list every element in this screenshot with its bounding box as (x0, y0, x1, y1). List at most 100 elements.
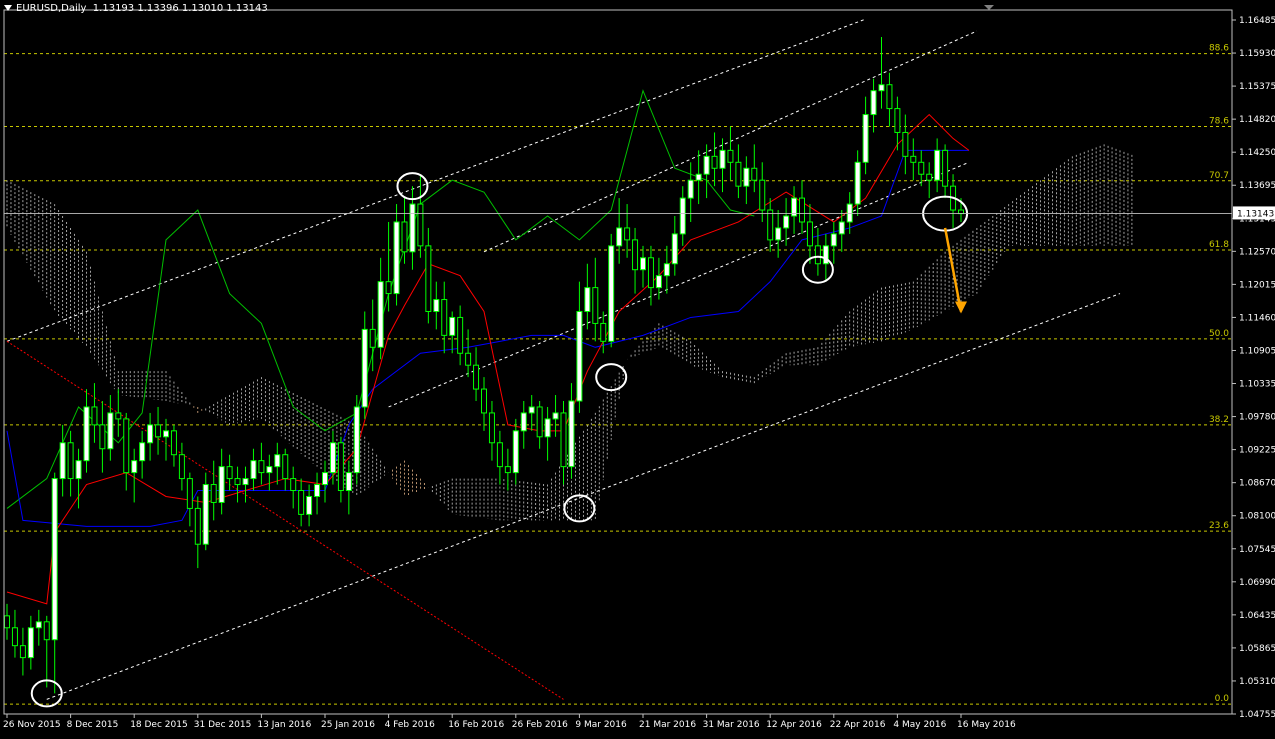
candle-body (115, 412, 122, 420)
candle-body (552, 412, 559, 420)
fib-label: 0.0 (1215, 694, 1230, 704)
candle-body (35, 621, 42, 629)
candle-body (655, 275, 662, 289)
dropdown-triangle-icon[interactable] (4, 5, 12, 11)
fib-label: 88.6 (1209, 44, 1229, 54)
candle-body (862, 114, 869, 163)
x-tick-label: 16 Feb 2016 (448, 720, 504, 730)
chart-frame (3, 9, 1233, 715)
candle-body (457, 316, 464, 354)
candle-body (687, 179, 694, 199)
fib-label: 23.6 (1209, 521, 1229, 531)
x-tick-label: 4 May 2016 (893, 720, 946, 730)
y-tick-label: 1.07545 (1239, 545, 1275, 555)
channel-lines (6, 18, 1121, 700)
x-tick-label: 12 Apr 2016 (766, 720, 822, 730)
candle-body (377, 281, 384, 348)
x-tick-label: 13 Jan 2016 (257, 720, 311, 730)
candle-body (99, 424, 106, 450)
candle-body (314, 484, 321, 497)
candle-body (449, 316, 456, 336)
candle-body (242, 478, 249, 486)
candle-body (353, 406, 360, 474)
candle-body (632, 239, 639, 271)
candle-body (560, 412, 567, 468)
fibonacci-levels: 88.6 78.6 70.7 61.8 50.0 38.2 23.6 0.0 (4, 44, 1232, 705)
candle-body (608, 245, 615, 342)
y-tick-label: 1.12015 (1239, 280, 1275, 290)
candle-body (4, 615, 10, 629)
y-tick-label: 1.10335 (1239, 380, 1275, 390)
candle-body (441, 299, 448, 336)
arrow-head-icon (955, 301, 967, 314)
candle-body (711, 155, 718, 169)
y-tick-label: 1.08100 (1239, 512, 1275, 522)
candle-body (123, 418, 130, 474)
candle-body (504, 466, 511, 474)
candle-body (274, 454, 281, 468)
y-tick-label: 1.12570 (1239, 247, 1275, 257)
candle-body (695, 173, 702, 181)
y-tick-label: 1.10905 (1239, 346, 1275, 356)
candle-body (814, 245, 821, 265)
candle-body (775, 227, 782, 241)
candle-body (910, 155, 917, 163)
candle-body (27, 627, 34, 659)
x-tick-label: 16 May 2016 (957, 720, 1016, 730)
candle-body (647, 257, 654, 289)
candle-body (663, 263, 670, 277)
candle-body (616, 227, 623, 247)
candle-body (393, 221, 400, 295)
candle-body (290, 478, 297, 492)
candle-body (178, 454, 185, 480)
x-tick-label: 9 Mar 2016 (575, 720, 627, 730)
y-tick-label: 1.14250 (1239, 148, 1275, 158)
candle-body (194, 507, 201, 545)
candle-body (258, 460, 265, 474)
candle-body (806, 221, 813, 247)
fib-label: 50.0 (1209, 329, 1229, 339)
candle-body (329, 442, 336, 474)
candle-body (43, 621, 50, 641)
candle-body (799, 197, 805, 223)
price-axis: 1.16485 1.15930 1.15375 1.14820 1.14250 1.136… (3, 5, 1275, 720)
candle-body (783, 215, 790, 229)
candle-body (433, 299, 440, 312)
candle-body (131, 460, 138, 474)
chart-root: 88.6 78.6 70.7 61.8 50.0 38.2 23.6 0.0 1.16485 1… (0, 0, 1275, 735)
candle-body (846, 203, 853, 223)
current-price-label: 1.13143 (1237, 209, 1274, 219)
candle-body (600, 322, 607, 342)
candle-body (830, 233, 837, 247)
candle-body (902, 131, 909, 157)
candle-body (210, 484, 217, 503)
y-tick-label: 1.09780 (1239, 413, 1275, 423)
candle-body (727, 149, 734, 163)
candle-body (703, 155, 710, 175)
candle-body (409, 203, 416, 253)
kijun-sen (6, 149, 969, 527)
ohlc-values: 1.13193 1.13396 1.13010 1.13143 (92, 3, 268, 14)
x-tick-label: 25 Jan 2016 (321, 720, 375, 730)
ichimoku-lines (6, 89, 970, 605)
candle-body (473, 364, 480, 390)
y-tick-label: 1.04755 (1239, 710, 1275, 720)
candle-body (576, 310, 583, 402)
candle-body (926, 173, 933, 181)
x-tick-label: 18 Dec 2015 (130, 720, 188, 730)
time-axis: 26 Nov 2015 8 Dec 2015 18 Dec 2015 31 Dec 2… (3, 714, 1016, 730)
y-tick-label: 1.05310 (1239, 677, 1275, 687)
candle-body (218, 466, 225, 503)
candle-body (186, 478, 193, 509)
candle-body (751, 167, 758, 181)
candle-body (385, 281, 392, 295)
candle-body (91, 406, 98, 426)
candle-body (51, 478, 58, 641)
price-chart[interactable]: 88.678.670.761.850.038.223.60.0 1.164851… (0, 0, 1275, 735)
candle-body (298, 490, 305, 515)
symbol-label: EURUSD,Daily (16, 3, 87, 14)
candle-body (322, 472, 328, 486)
y-tick-label: 1.16485 (1239, 16, 1275, 26)
x-tick-label: 22 Apr 2016 (830, 720, 886, 730)
candle-body (544, 418, 551, 438)
